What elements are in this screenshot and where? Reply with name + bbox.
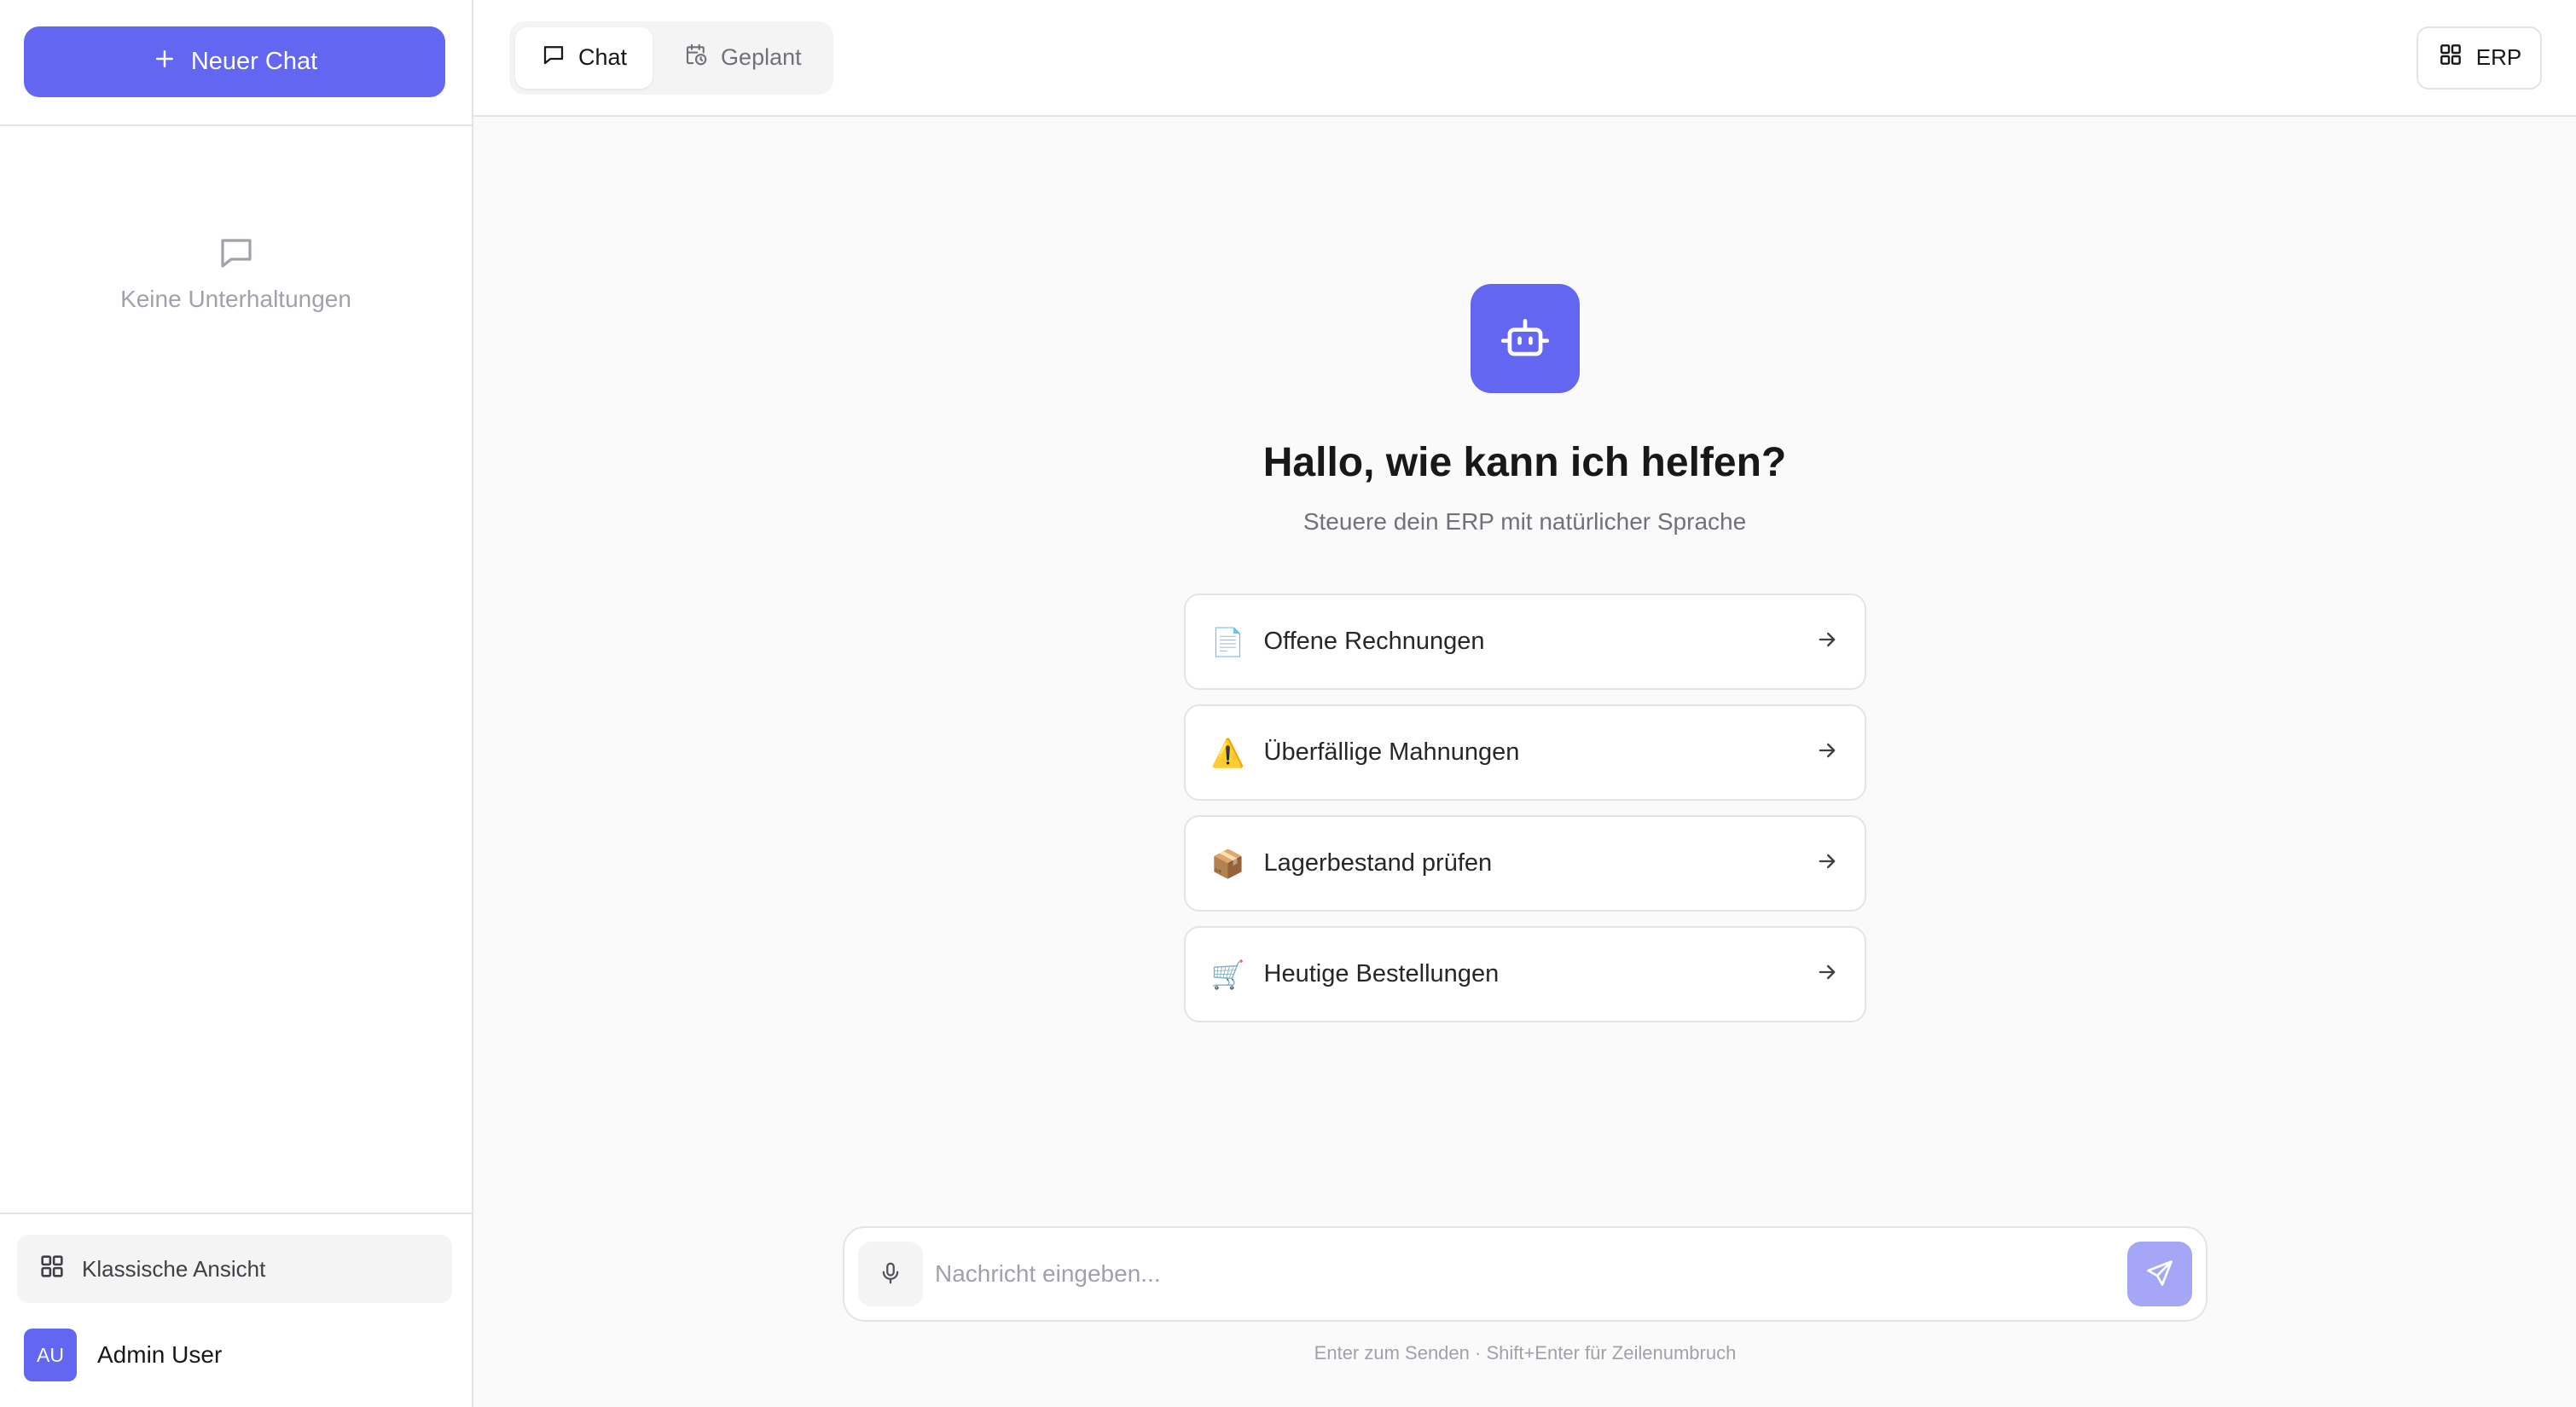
grid-icon	[2437, 41, 2464, 74]
avatar: AU	[24, 1329, 77, 1381]
welcome-subtitle: Steuere dein ERP mit natürlicher Sprache	[1303, 508, 1747, 535]
new-chat-button[interactable]: Neuer Chat	[24, 26, 445, 97]
suggestion-label: Heutige Bestellungen	[1263, 960, 1500, 987]
tab-chat[interactable]: Chat	[515, 26, 653, 89]
bot-icon	[1470, 284, 1580, 393]
suggestion-overdue-reminders[interactable]: ⚠️ Überfällige Mahnungen	[1183, 704, 1866, 801]
message-input[interactable]	[935, 1240, 2115, 1308]
arrow-right-icon	[1815, 960, 1839, 988]
user-name: Admin User	[97, 1341, 223, 1368]
shopping-cart-icon: 🛒	[1210, 958, 1245, 990]
suggestion-list: 📄 Offene Rechnungen ⚠️ Überfällige Mahnu…	[1183, 593, 1866, 1022]
sidebar-header: Neuer Chat	[0, 0, 472, 126]
new-chat-label: Neuer Chat	[190, 48, 318, 75]
composer-box	[843, 1226, 2208, 1322]
package-icon: 📦	[1210, 848, 1245, 879]
composer-hint: Enter zum Senden · Shift+Enter für Zeile…	[1314, 1342, 1737, 1364]
composer: Enter zum Senden · Shift+Enter für Zeile…	[843, 1226, 2208, 1364]
arrow-right-icon	[1815, 849, 1839, 877]
sidebar-footer: Klassische Ansicht AU Admin User	[0, 1213, 472, 1407]
app-root: Neuer Chat Keine Unterhaltungen Klassisc…	[0, 0, 2576, 1407]
arrow-right-icon	[1815, 738, 1839, 767]
topbar: Chat Geplant ERP	[473, 0, 2576, 117]
microphone-button[interactable]	[858, 1242, 923, 1306]
suggestion-label: Überfällige Mahnungen	[1263, 738, 1520, 766]
welcome-section: Hallo, wie kann ich helfen? Steuere dein…	[473, 117, 2576, 1407]
classic-view-button[interactable]: Klassische Ansicht	[17, 1235, 452, 1303]
chat-bubble-icon	[541, 42, 566, 73]
send-button[interactable]	[2127, 1242, 2192, 1306]
arrow-right-icon	[1815, 628, 1839, 656]
chat-bubble-icon	[216, 232, 257, 277]
suggestion-label: Lagerbestand prüfen	[1263, 849, 1493, 877]
calendar-clock-icon	[683, 42, 709, 73]
grid-icon	[38, 1252, 67, 1287]
erp-button[interactable]: ERP	[2416, 26, 2542, 90]
empty-state-text: Keine Unterhaltungen	[120, 286, 351, 312]
classic-view-label: Klassische Ansicht	[82, 1255, 266, 1282]
tab-scheduled-label: Geplant	[721, 44, 802, 70]
document-icon: 📄	[1210, 626, 1245, 657]
tab-chat-label: Chat	[578, 44, 628, 70]
suggestion-todays-orders[interactable]: 🛒 Heutige Bestellungen	[1183, 926, 1866, 1022]
suggestion-label: Offene Rechnungen	[1263, 628, 1485, 655]
warning-icon: ⚠️	[1210, 737, 1245, 768]
erp-label: ERP	[2475, 44, 2522, 70]
welcome-title: Hallo, wie kann ich helfen?	[1262, 440, 1787, 485]
suggestion-open-invoices[interactable]: 📄 Offene Rechnungen	[1183, 593, 1866, 690]
suggestion-check-inventory[interactable]: 📦 Lagerbestand prüfen	[1183, 815, 1866, 912]
sidebar: Neuer Chat Keine Unterhaltungen Klassisc…	[0, 0, 473, 1407]
tab-scheduled[interactable]: Geplant	[658, 27, 827, 89]
user-profile[interactable]: AU Admin User	[17, 1329, 455, 1381]
plus-icon	[152, 46, 177, 78]
send-icon	[2144, 1258, 2175, 1291]
view-tabs: Chat Geplant	[509, 20, 833, 95]
conversation-list: Keine Unterhaltungen	[0, 126, 472, 1213]
main-area: Chat Geplant ERP Hallo, wie kann ich hel…	[473, 0, 2576, 1407]
microphone-icon	[878, 1260, 903, 1288]
